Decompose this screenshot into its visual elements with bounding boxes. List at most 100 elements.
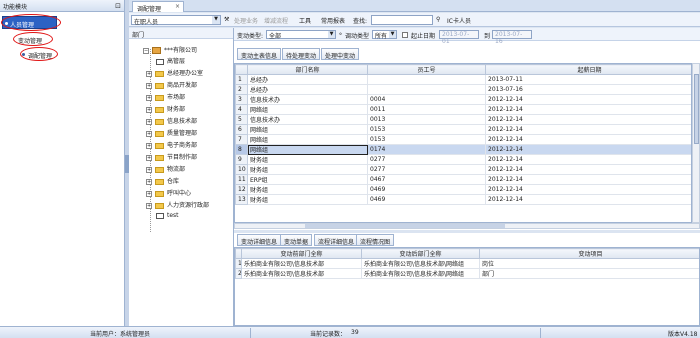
- change-master-button[interactable]: 变动主表信息: [237, 48, 282, 60]
- table-row[interactable]: 9 财务组 0277 2012-12-14: [235, 154, 691, 165]
- tab-flow-details[interactable]: 流程详细信息: [314, 234, 359, 246]
- process-business-button[interactable]: 处理业务: [234, 16, 258, 25]
- tree-node[interactable]: + 呼叫中心: [146, 188, 191, 198]
- start-date-cell[interactable]: 2012-12-14: [485, 124, 691, 135]
- tree-node[interactable]: + 商品开发部: [146, 80, 197, 90]
- employee-id-cell[interactable]: 0174: [367, 144, 486, 155]
- row-number[interactable]: 11: [235, 174, 248, 185]
- dept-cell[interactable]: 财务组: [247, 164, 368, 175]
- table-row[interactable]: 7 网络组 0153 2012-12-14: [235, 134, 691, 145]
- dept-cell[interactable]: 总经办: [247, 84, 368, 95]
- horizontal-scrollbar[interactable]: [234, 223, 700, 229]
- table-row[interactable]: 11 ERP组 0467 2012-12-14: [235, 174, 691, 185]
- start-date-cell[interactable]: 2013-07-16: [485, 84, 691, 95]
- employee-id-cell[interactable]: 0153: [367, 124, 486, 135]
- expand-icon[interactable]: +: [146, 94, 152, 101]
- start-date-cell[interactable]: 2012-12-14: [485, 194, 691, 205]
- employee-id-cell[interactable]: 0469: [367, 194, 486, 205]
- employee-id-cell[interactable]: 0153: [367, 134, 486, 145]
- chevron-down-icon[interactable]: ▼: [212, 16, 220, 24]
- row-number[interactable]: 9: [235, 154, 248, 165]
- vertical-scrollbar[interactable]: [692, 63, 700, 223]
- row-number[interactable]: 7: [235, 134, 248, 145]
- expand-icon[interactable]: +: [146, 118, 152, 125]
- dept-cell[interactable]: ERP组: [247, 174, 368, 185]
- tree-node[interactable]: + 市场部: [146, 92, 185, 102]
- chevron-down-icon[interactable]: ▼: [328, 31, 335, 38]
- tree-node[interactable]: + 财务部: [146, 104, 185, 114]
- after-dept-cell[interactable]: 乐拍商业有限公司\信息技术部\网络组: [361, 258, 480, 269]
- pending-changes-button[interactable]: 待处理变动: [282, 48, 321, 60]
- employee-id-cell[interactable]: 0467: [367, 174, 486, 185]
- dept-cell[interactable]: 网络组: [247, 104, 368, 115]
- column-header[interactable]: 变动前部门全称: [241, 248, 362, 259]
- dept-cell[interactable]: 总经办: [247, 74, 368, 85]
- table-row[interactable]: 13 财务组 0469 2012-12-14: [235, 194, 691, 205]
- expand-icon[interactable]: +: [146, 178, 152, 185]
- employee-id-cell[interactable]: [367, 84, 486, 95]
- tree-node[interactable]: + 仓库: [146, 176, 179, 186]
- table-row[interactable]: 4 网络组 0011 2012-12-14: [235, 104, 691, 115]
- table-row[interactable]: 3 信息技术办 0004 2012-12-14: [235, 94, 691, 105]
- start-date-cell[interactable]: 2012-12-14: [485, 114, 691, 125]
- start-date-field[interactable]: 2013-07-01: [439, 30, 479, 45]
- row-number[interactable]: 1: [235, 74, 248, 85]
- scroll-thumb[interactable]: [305, 224, 505, 228]
- change-item-cell[interactable]: 部门: [479, 268, 699, 279]
- employee-id-cell[interactable]: 0277: [367, 154, 486, 165]
- table-row[interactable]: 10 财务组 0277 2012-12-14: [235, 164, 691, 175]
- employee-id-cell[interactable]: 0469: [367, 184, 486, 195]
- pane-splitter[interactable]: [234, 230, 700, 233]
- tree-node[interactable]: + 物流部: [146, 164, 185, 174]
- row-number[interactable]: 13: [235, 194, 248, 205]
- end-date-field[interactable]: 2013-07-16: [492, 30, 532, 45]
- collapse-icon[interactable]: −: [143, 47, 149, 54]
- start-date-cell[interactable]: 2012-12-14: [485, 134, 691, 145]
- person-status-select[interactable]: 在职人员 ▼: [131, 15, 221, 26]
- start-date-cell[interactable]: 2012-12-14: [485, 144, 691, 155]
- table-row[interactable]: 6 网络组 0153 2012-12-14: [235, 124, 691, 135]
- dept-cell[interactable]: 财务组: [247, 184, 368, 195]
- transfer-type-select[interactable]: 所有 ▼: [372, 30, 397, 40]
- change-item-cell[interactable]: 岗位: [479, 258, 699, 269]
- expand-icon[interactable]: +: [146, 166, 152, 173]
- tree-node[interactable]: test: [156, 212, 179, 222]
- table-row[interactable]: 12 财务组 0469 2012-12-14: [235, 184, 691, 195]
- before-dept-cell[interactable]: 乐拍商业有限公司\信息技术部: [241, 258, 362, 269]
- tree-node[interactable]: 高管层: [156, 56, 185, 66]
- column-header[interactable]: 部门名称: [247, 64, 368, 75]
- row-number[interactable]: 5: [235, 114, 248, 125]
- table-row[interactable]: 1 乐拍商业有限公司\信息技术部 乐拍商业有限公司\信息技术部\网络组 岗位: [235, 258, 699, 269]
- close-icon[interactable]: ×: [175, 3, 180, 10]
- tree-node[interactable]: + 节目制作部: [146, 152, 197, 162]
- tools-menu[interactable]: 工具: [299, 16, 311, 25]
- tab-change-documents[interactable]: 变动单据: [280, 234, 313, 246]
- dept-cell[interactable]: 网络组: [247, 144, 368, 155]
- row-number[interactable]: 3: [235, 94, 248, 105]
- after-dept-cell[interactable]: 乐拍商业有限公司\信息技术部\网络组: [361, 268, 480, 279]
- dept-cell[interactable]: 网络组: [247, 134, 368, 145]
- expand-icon[interactable]: +: [146, 82, 152, 89]
- column-header[interactable]: 变动后部门全称: [361, 248, 480, 259]
- expand-icon[interactable]: +: [146, 130, 152, 137]
- table-row[interactable]: 2 乐拍商业有限公司\信息技术部 乐拍商业有限公司\信息技术部\网络组 部门: [235, 268, 699, 279]
- adjust-flow-button[interactable]: 增减流程: [264, 16, 288, 25]
- tab-flow-chart[interactable]: 流程情况图: [356, 234, 395, 246]
- dept-cell[interactable]: 信息技术办: [247, 114, 368, 125]
- scroll-thumb[interactable]: [694, 74, 699, 144]
- table-row[interactable]: 5 信息技术办 0013 2012-12-14: [235, 114, 691, 125]
- table-row[interactable]: 2 总经办 2013-07-16: [235, 84, 691, 95]
- start-date-cell[interactable]: 2012-12-14: [485, 104, 691, 115]
- before-dept-cell[interactable]: 乐拍商业有限公司\信息技术部: [241, 268, 362, 279]
- ic-card-button[interactable]: IC卡人员: [447, 16, 471, 25]
- row-number[interactable]: 4: [235, 104, 248, 115]
- tab-change-details[interactable]: 变动详细信息: [237, 234, 282, 246]
- dept-cell[interactable]: 网络组: [247, 124, 368, 135]
- expand-icon[interactable]: +: [146, 70, 152, 77]
- search-input[interactable]: [371, 15, 433, 25]
- dept-cell[interactable]: 财务组: [247, 194, 368, 205]
- column-header[interactable]: 起薪日期: [485, 64, 691, 75]
- change-type-select[interactable]: 全部 ▼: [266, 30, 336, 40]
- table-row[interactable]: 1 总经办 2013-07-11: [235, 74, 691, 85]
- tree-node[interactable]: + 人力资源行政部: [146, 200, 209, 210]
